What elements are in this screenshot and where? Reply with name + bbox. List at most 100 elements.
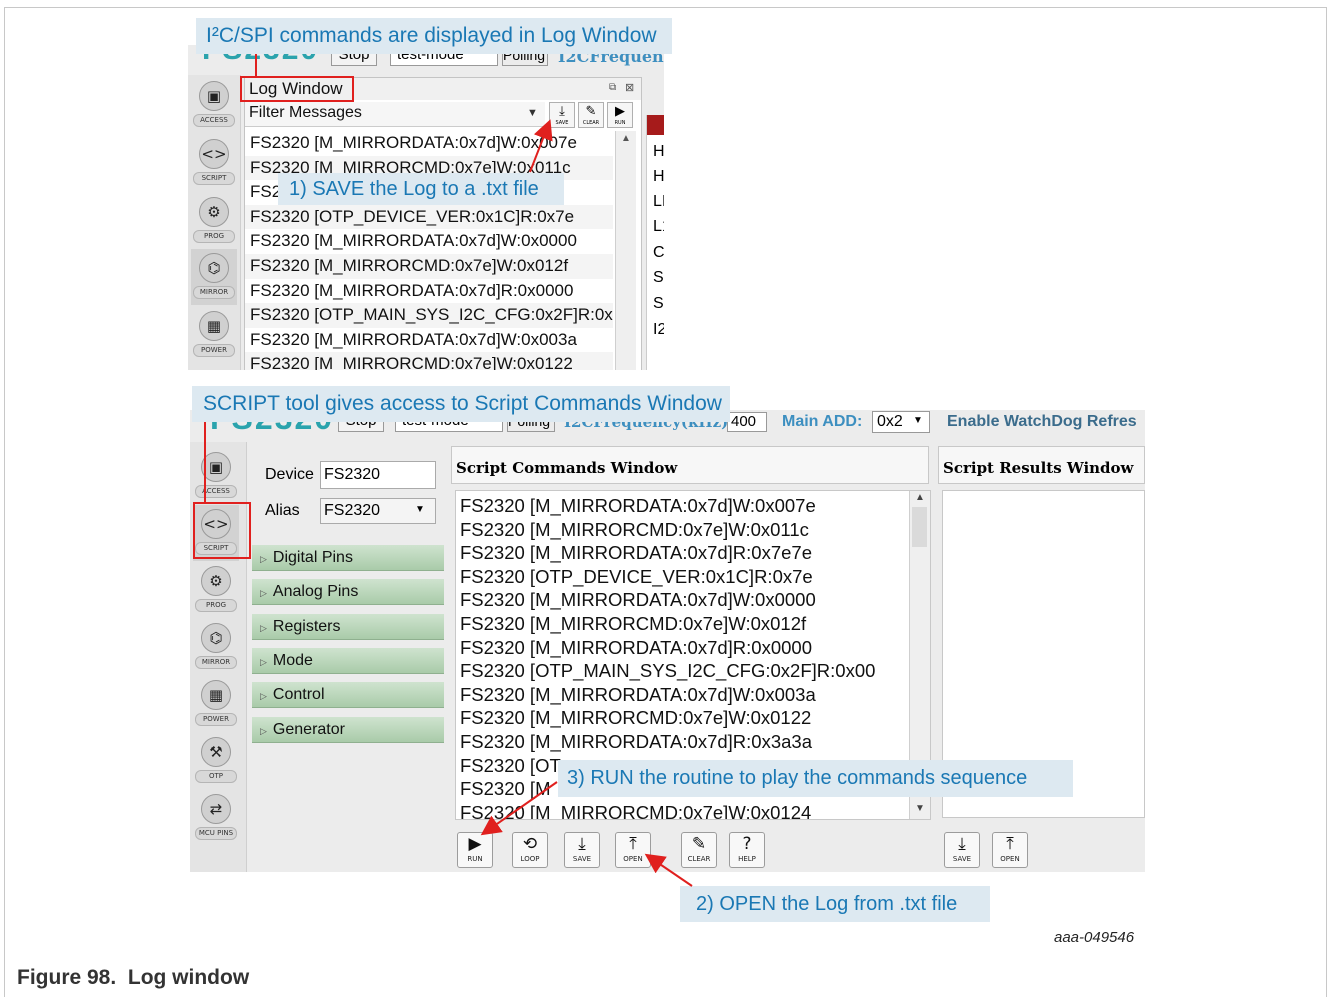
log-clear-button[interactable]: ✎ CLEAR	[578, 102, 604, 128]
script-line: FS2320 [M_MIRRORDATA:0x7d]W:0x0000	[460, 589, 816, 611]
log-line: FS2320 [OTP_MAIN_SYS_I2C_CFG:0x2F]R:0x00	[245, 303, 613, 328]
nav-access[interactable]: ▣ ACCESS	[193, 448, 239, 504]
script-results-title: Script Results Window	[938, 446, 1145, 484]
nav-mcu-pins[interactable]: ⇄ MCU PINS	[193, 790, 239, 846]
right-panel-peek: H H LI L1 C S S I2	[646, 115, 664, 370]
chip-icon: ▣	[199, 81, 229, 111]
filter-dropdown[interactable]: Filter Messages ▼	[245, 102, 545, 127]
results-open-button[interactable]: ⤒ OPEN	[992, 832, 1028, 868]
log-save-button[interactable]: ⤓ SAVE	[549, 102, 575, 128]
log-scrollbar[interactable]: ▲	[615, 131, 636, 370]
log-lines: FS2320 [M_MIRRORDATA:0x7d]W:0x007e FS232…	[245, 131, 613, 370]
scroll-up-icon[interactable]: ▲	[915, 492, 925, 503]
nav-script[interactable]: <> SCRIPT	[191, 135, 237, 191]
section-analog-pins[interactable]: ▷ Analog Pins	[252, 579, 444, 605]
script-line: FS2320 [OTP_MAIN_SYS_I2C_CFG:0x2F]R:0x00	[460, 660, 876, 682]
code-brackets-icon: <>	[199, 139, 229, 169]
open-icon: ⤒	[1006, 834, 1014, 854]
nav-otp[interactable]: ⚒ OTP	[193, 733, 239, 789]
chevron-down-icon: ▼	[415, 504, 425, 515]
open-button[interactable]: ⤒ OPEN	[615, 832, 651, 868]
device-field[interactable]: FS2320	[320, 461, 436, 489]
expand-icon: ▷	[260, 691, 267, 701]
script-line: FS2320 [M_MIRRORDATA:0x7d]R:0x0000	[460, 636, 812, 658]
scroll-down-icon[interactable]: ▼	[915, 803, 925, 814]
watchdog-label[interactable]: Enable WatchDog Refres	[947, 413, 1137, 431]
chip-icon: ▣	[201, 452, 231, 482]
script-line: FS2320 [M_MIRRORDATA:0x7d]W:0x003a	[460, 683, 816, 705]
scroll-thumb[interactable]	[912, 507, 927, 547]
callout-log-window: I²C/SPI commands are displayed in Log Wi…	[196, 18, 672, 54]
section-label: Registers	[272, 618, 341, 635]
broom-icon: ✎	[691, 834, 707, 854]
nav-access[interactable]: ▣ ACCESS	[191, 77, 237, 133]
main-add-dropdown[interactable]: 0x2 ▼	[872, 411, 930, 433]
save-icon: ⤓	[578, 834, 586, 854]
highlight-script-tool	[193, 502, 251, 559]
loop-icon: ⟲	[522, 834, 538, 854]
section-control[interactable]: ▷ Control	[252, 682, 444, 708]
callout-script-tool: SCRIPT tool gives access to Script Comma…	[192, 386, 730, 422]
section-label: Digital Pins	[272, 549, 353, 566]
log-run-button[interactable]: ▶ RUN	[607, 102, 633, 128]
section-generator[interactable]: ▷ Generator	[252, 717, 444, 743]
expand-icon: ▷	[260, 726, 267, 736]
results-save-button[interactable]: ⤓ SAVE	[944, 832, 980, 868]
script-line: FS2320 [M_MIRRORDATA:0x7d]R:0x3a3a	[460, 730, 812, 752]
nav-prog[interactable]: ⚙ PROG	[191, 193, 237, 249]
chevron-down-icon: ▼	[527, 107, 538, 119]
nav-power[interactable]: ▦ POWER	[191, 307, 237, 363]
run-button[interactable]: ▶ RUN	[457, 832, 493, 868]
figure-id-code: aaa-049546	[1054, 929, 1135, 946]
save-button[interactable]: ⤓ SAVE	[564, 832, 600, 868]
broom-icon: ✎	[585, 104, 597, 119]
device-label: Device	[265, 466, 314, 483]
script-line: FS2320 [M_MIRRORCMD:0x7e]W:0x011c	[460, 518, 809, 540]
side-letter: I2	[653, 321, 664, 338]
highlight-log-title	[240, 76, 354, 102]
nav-mirror[interactable]: ⌬ MIRROR	[193, 619, 239, 675]
filter-label: Filter Messages	[249, 104, 362, 121]
script-toolbar: ▶ RUN ⟲ LOOP ⤓ SAVE ⤒ OPEN ✎ CLEAR ? HELP	[451, 820, 929, 872]
frequency-input[interactable]: 400	[727, 412, 767, 432]
nav-prog[interactable]: ⚙ PROG	[193, 562, 239, 618]
loop-button[interactable]: ⟲ LOOP	[512, 832, 548, 868]
alias-dropdown[interactable]: FS2320 ▼	[320, 498, 436, 524]
help-button[interactable]: ? HELP	[729, 832, 765, 868]
log-line: FS2320 [M_MIRRORCMD:0x7e]W:0x0122	[245, 352, 613, 370]
gear-chip-icon: ⚙	[199, 197, 229, 227]
close-icon[interactable]: ⊠	[625, 81, 634, 94]
expand-icon: ▷	[260, 588, 267, 598]
alias-label: Alias	[265, 502, 300, 519]
restore-icon[interactable]: ⧉	[609, 82, 616, 93]
section-registers[interactable]: ▷ Registers	[252, 614, 444, 640]
alias-value: FS2320	[324, 502, 381, 519]
log-line: FS2320 [M_MIRRORDATA:0x7d]W:0x003a	[250, 329, 577, 349]
main-add-label: Main ADD:	[782, 413, 863, 430]
save-icon: ⤓	[559, 104, 565, 119]
section-mode[interactable]: ▷ Mode	[252, 648, 444, 674]
callout-open-log: 2) OPEN the Log from .txt file	[680, 886, 990, 922]
hammer-icon: ⚒	[201, 737, 231, 767]
results-toolbar: ⤓ SAVE ⤒ OPEN	[938, 820, 1145, 872]
section-digital-pins[interactable]: ▷ Digital Pins	[252, 545, 444, 571]
script-line: FS2320 [M_MIRRORCMD:0x7e]W:0x0124	[460, 801, 812, 820]
nav-power[interactable]: ▦ POWER	[193, 676, 239, 732]
log-panel: Log Window ⧉ ⊠ Filter Messages ▼ ⤓ SAVE ✎…	[244, 77, 642, 370]
pins-icon: ⇄	[201, 794, 231, 824]
script-window-screenshot: FS2320 Stop test-mode Polling I2CFrequen…	[190, 410, 1145, 872]
play-icon: ▶	[615, 104, 625, 119]
side-letter: H	[653, 168, 664, 185]
expand-icon: ▷	[260, 623, 267, 633]
nav-mirror[interactable]: ⌬ MIRROR	[191, 249, 237, 305]
log-line: FS2320 [M_MIRRORDATA:0x7d]W:0x007e	[250, 133, 577, 152]
callout-run-routine: 3) RUN the routine to play the commands …	[558, 760, 1073, 797]
calculator-icon: ▦	[201, 680, 231, 710]
play-icon: ▶	[468, 834, 482, 854]
clear-button[interactable]: ✎ CLEAR	[681, 832, 717, 868]
scroll-up-icon[interactable]: ▲	[621, 133, 631, 144]
side-letter: S	[653, 269, 664, 286]
open-icon: ⤒	[629, 834, 637, 854]
side-letter: L1	[653, 218, 664, 235]
script-line: FS2320 [M_MIRRORCMD:0x7e]W:0x0122	[460, 707, 812, 729]
